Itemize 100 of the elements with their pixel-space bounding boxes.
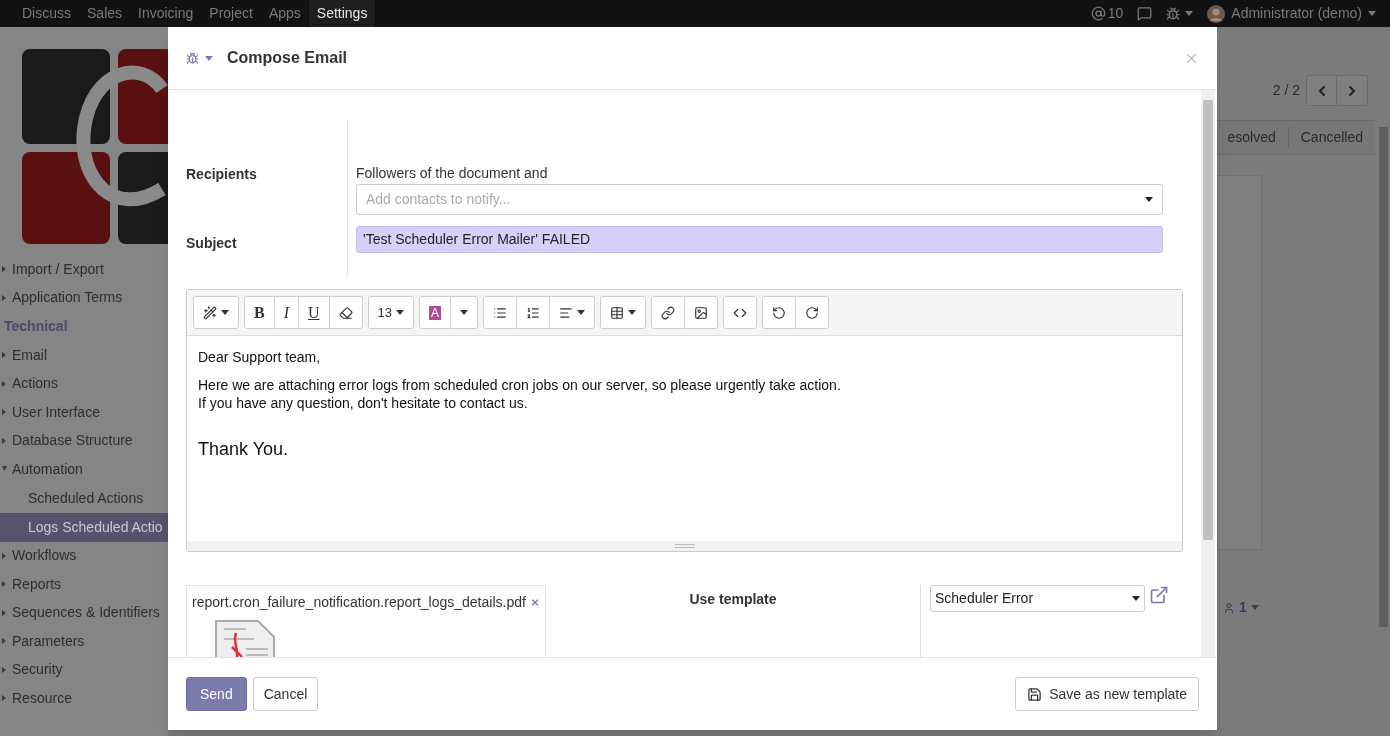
toolbar-button[interactable] xyxy=(796,296,830,329)
bug-icon[interactable] xyxy=(1166,6,1181,21)
avatar-icon xyxy=(1207,4,1226,23)
caret-icon xyxy=(1185,11,1194,16)
chat-icon[interactable] xyxy=(1137,6,1153,21)
image-icon xyxy=(694,305,709,320)
toolbar-button[interactable]: A xyxy=(419,296,452,329)
follower-count[interactable]: 1 xyxy=(1239,597,1247,618)
collapsed-arrow-icon xyxy=(2,552,7,559)
stage-button[interactable]: Cancelled xyxy=(1287,127,1375,148)
caret-icon xyxy=(1145,197,1153,202)
dialog-title: Compose Email xyxy=(227,48,348,68)
save-template-button[interactable]: Save as new template xyxy=(1015,677,1199,711)
sidebar-item[interactable]: User Interface xyxy=(0,398,168,427)
app-menu-item[interactable]: Sales xyxy=(79,0,131,27)
toolbar-button[interactable]: B xyxy=(244,296,275,329)
sidebar-subitem[interactable]: Scheduled Actions xyxy=(0,483,168,513)
app-menu-item[interactable]: Discuss xyxy=(14,0,79,27)
sidebar-item[interactable]: Security xyxy=(0,655,168,684)
toolbar-button[interactable]: I xyxy=(274,296,299,329)
template-select[interactable]: Scheduler Error xyxy=(930,585,1145,612)
collapsed-arrow-icon xyxy=(2,666,7,673)
collapsed-arrow-icon xyxy=(2,609,7,616)
toolbar-button[interactable] xyxy=(329,296,363,329)
caret-icon xyxy=(1132,596,1140,601)
collapsed-arrow-icon xyxy=(2,380,7,387)
table-icon xyxy=(610,305,625,320)
collapsed-arrow-icon xyxy=(2,437,7,444)
toolbar-button[interactable] xyxy=(517,296,551,329)
external-link-icon[interactable] xyxy=(1149,585,1169,605)
numbered-list-icon xyxy=(526,305,541,320)
attachment-name[interactable]: report.cron_failure_notification.report_logs_details.pdf xyxy=(192,592,526,613)
sidebar-item[interactable]: Actions xyxy=(0,369,168,398)
sidebar-item[interactable]: Sequences & Identifiers xyxy=(0,598,168,627)
menu-section-title: Technical xyxy=(3,317,69,336)
sidebar-subitem[interactable]: Logs Scheduled Actio xyxy=(0,512,168,542)
scrollbar[interactable] xyxy=(1201,90,1215,657)
field-label: Use template xyxy=(689,591,777,607)
sidebar-item[interactable]: Reports xyxy=(0,570,168,599)
recipients-field[interactable]: Add contacts to notify... xyxy=(356,184,1163,215)
caret-icon xyxy=(577,310,586,315)
body-text: If you have any question, don't hesitate to contact us. xyxy=(198,394,529,412)
toolbar-button[interactable]: 13 xyxy=(367,296,415,329)
next-button[interactable] xyxy=(1337,75,1368,106)
toolbar-button[interactable]: U xyxy=(299,296,330,329)
toolbar-button[interactable] xyxy=(651,296,686,329)
at-sign-icon xyxy=(1090,6,1106,21)
sidebar-item[interactable]: Resource xyxy=(0,684,168,713)
sidebar-item[interactable]: Parameters xyxy=(0,627,168,656)
toolbar-button[interactable] xyxy=(550,296,596,329)
resize-handle[interactable] xyxy=(187,541,1182,551)
expanded-arrow-icon xyxy=(2,466,7,473)
followers-note: Followers of the document and xyxy=(356,165,549,181)
collapsed-arrow-icon xyxy=(2,409,7,416)
collapsed-arrow-icon xyxy=(2,695,7,702)
sidebar-item[interactable]: Database Structure xyxy=(0,426,168,455)
send-button[interactable]: Send xyxy=(186,677,247,711)
magic-wand-icon xyxy=(203,305,217,320)
caret-icon xyxy=(1368,11,1376,16)
save-icon xyxy=(1027,686,1043,702)
bug-icon[interactable] xyxy=(186,51,199,65)
app-menu-item[interactable]: Apps xyxy=(260,0,309,27)
caret-icon xyxy=(1250,605,1259,610)
body-text: Here we are attaching error logs from scheduled cron jobs on our server, so please urgently take action. xyxy=(198,376,842,394)
collapsed-arrow-icon xyxy=(2,638,7,645)
sidebar-item[interactable]: Email xyxy=(0,341,168,370)
bulleted-list-icon xyxy=(493,305,508,320)
app-menu-item[interactable]: Invoicing xyxy=(130,0,202,27)
cancel-button[interactable]: Cancel xyxy=(252,677,319,711)
caret-icon xyxy=(396,310,405,315)
eraser-icon xyxy=(338,305,353,320)
caret-icon xyxy=(205,55,213,61)
sidebar-item[interactable]: Application Terms xyxy=(0,283,168,312)
collapsed-arrow-icon xyxy=(2,352,7,359)
mentions-button[interactable]: 10 xyxy=(1090,3,1124,24)
collapsed-arrow-icon xyxy=(2,266,7,273)
toolbar-button[interactable] xyxy=(762,296,797,329)
align-left-icon xyxy=(559,305,574,320)
caret-icon xyxy=(628,310,637,315)
toolbar-button[interactable] xyxy=(600,296,647,329)
app-menu-item[interactable]: Project xyxy=(201,0,261,27)
link-icon xyxy=(661,305,676,320)
collapsed-arrow-icon xyxy=(2,294,7,301)
user-menu[interactable]: Administrator (demo) xyxy=(1207,3,1376,24)
sidebar-item[interactable]: Workflows xyxy=(0,541,168,570)
body-text: Thank You. xyxy=(198,438,290,461)
field-label: Recipients xyxy=(186,165,258,184)
app-menu-item[interactable]: Settings xyxy=(308,0,376,27)
sidebar-item[interactable]: Import / Export xyxy=(0,255,168,284)
redo-icon xyxy=(805,305,820,320)
sidebar-item[interactable]: Automation xyxy=(0,455,168,484)
person-icon xyxy=(1223,601,1235,614)
toolbar-button[interactable] xyxy=(193,296,239,329)
remove-icon[interactable] xyxy=(529,596,540,609)
field-label: Subject xyxy=(186,234,238,253)
subject-field[interactable]: 'Test Scheduler Error Mailer' FAILED xyxy=(356,226,1163,253)
previous-button[interactable] xyxy=(1306,75,1337,106)
body-text: Dear Support team, xyxy=(198,348,322,366)
toolbar-button[interactable] xyxy=(685,296,719,329)
undo-icon xyxy=(772,305,787,320)
